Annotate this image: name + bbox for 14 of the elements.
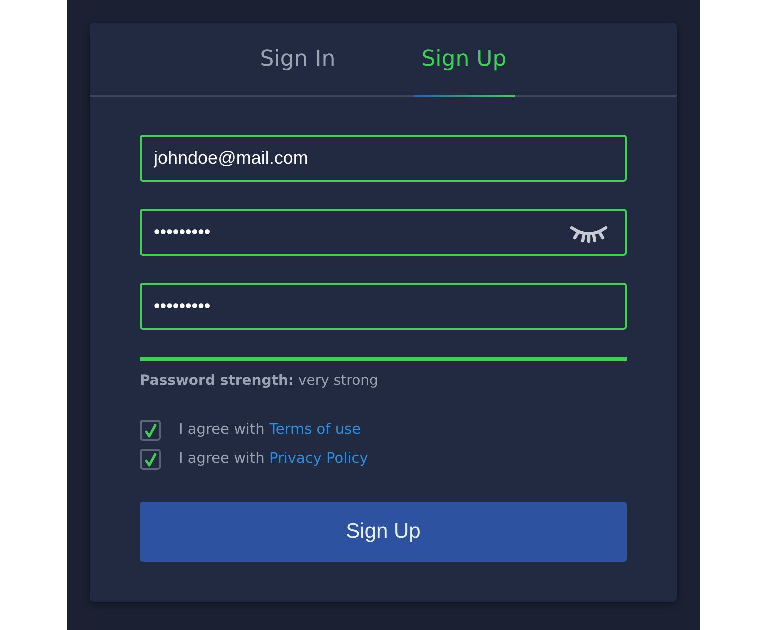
tab[interactable]: Sign In (252, 23, 344, 97)
strength-text: Password strength: very strong (140, 372, 380, 391)
password-field[interactable]: ••••••••• (140, 209, 627, 256)
checkmark-icon (144, 452, 156, 467)
checkbox[interactable] (140, 449, 161, 470)
agreement-text: I agree with Terms of use (179, 421, 362, 440)
password-field[interactable]: ••••••••• (140, 283, 627, 330)
tab[interactable]: Sign Up (414, 23, 515, 97)
checkmark-icon (144, 424, 156, 438)
agreement-text: I agree with Privacy Policy (179, 450, 368, 469)
checkbox[interactable] (140, 420, 161, 442)
policy-link[interactable]: Privacy Policy (269, 450, 368, 467)
sign-up-button[interactable]: Sign Up (140, 502, 627, 562)
policy-link[interactable]: Terms of use (269, 422, 362, 438)
